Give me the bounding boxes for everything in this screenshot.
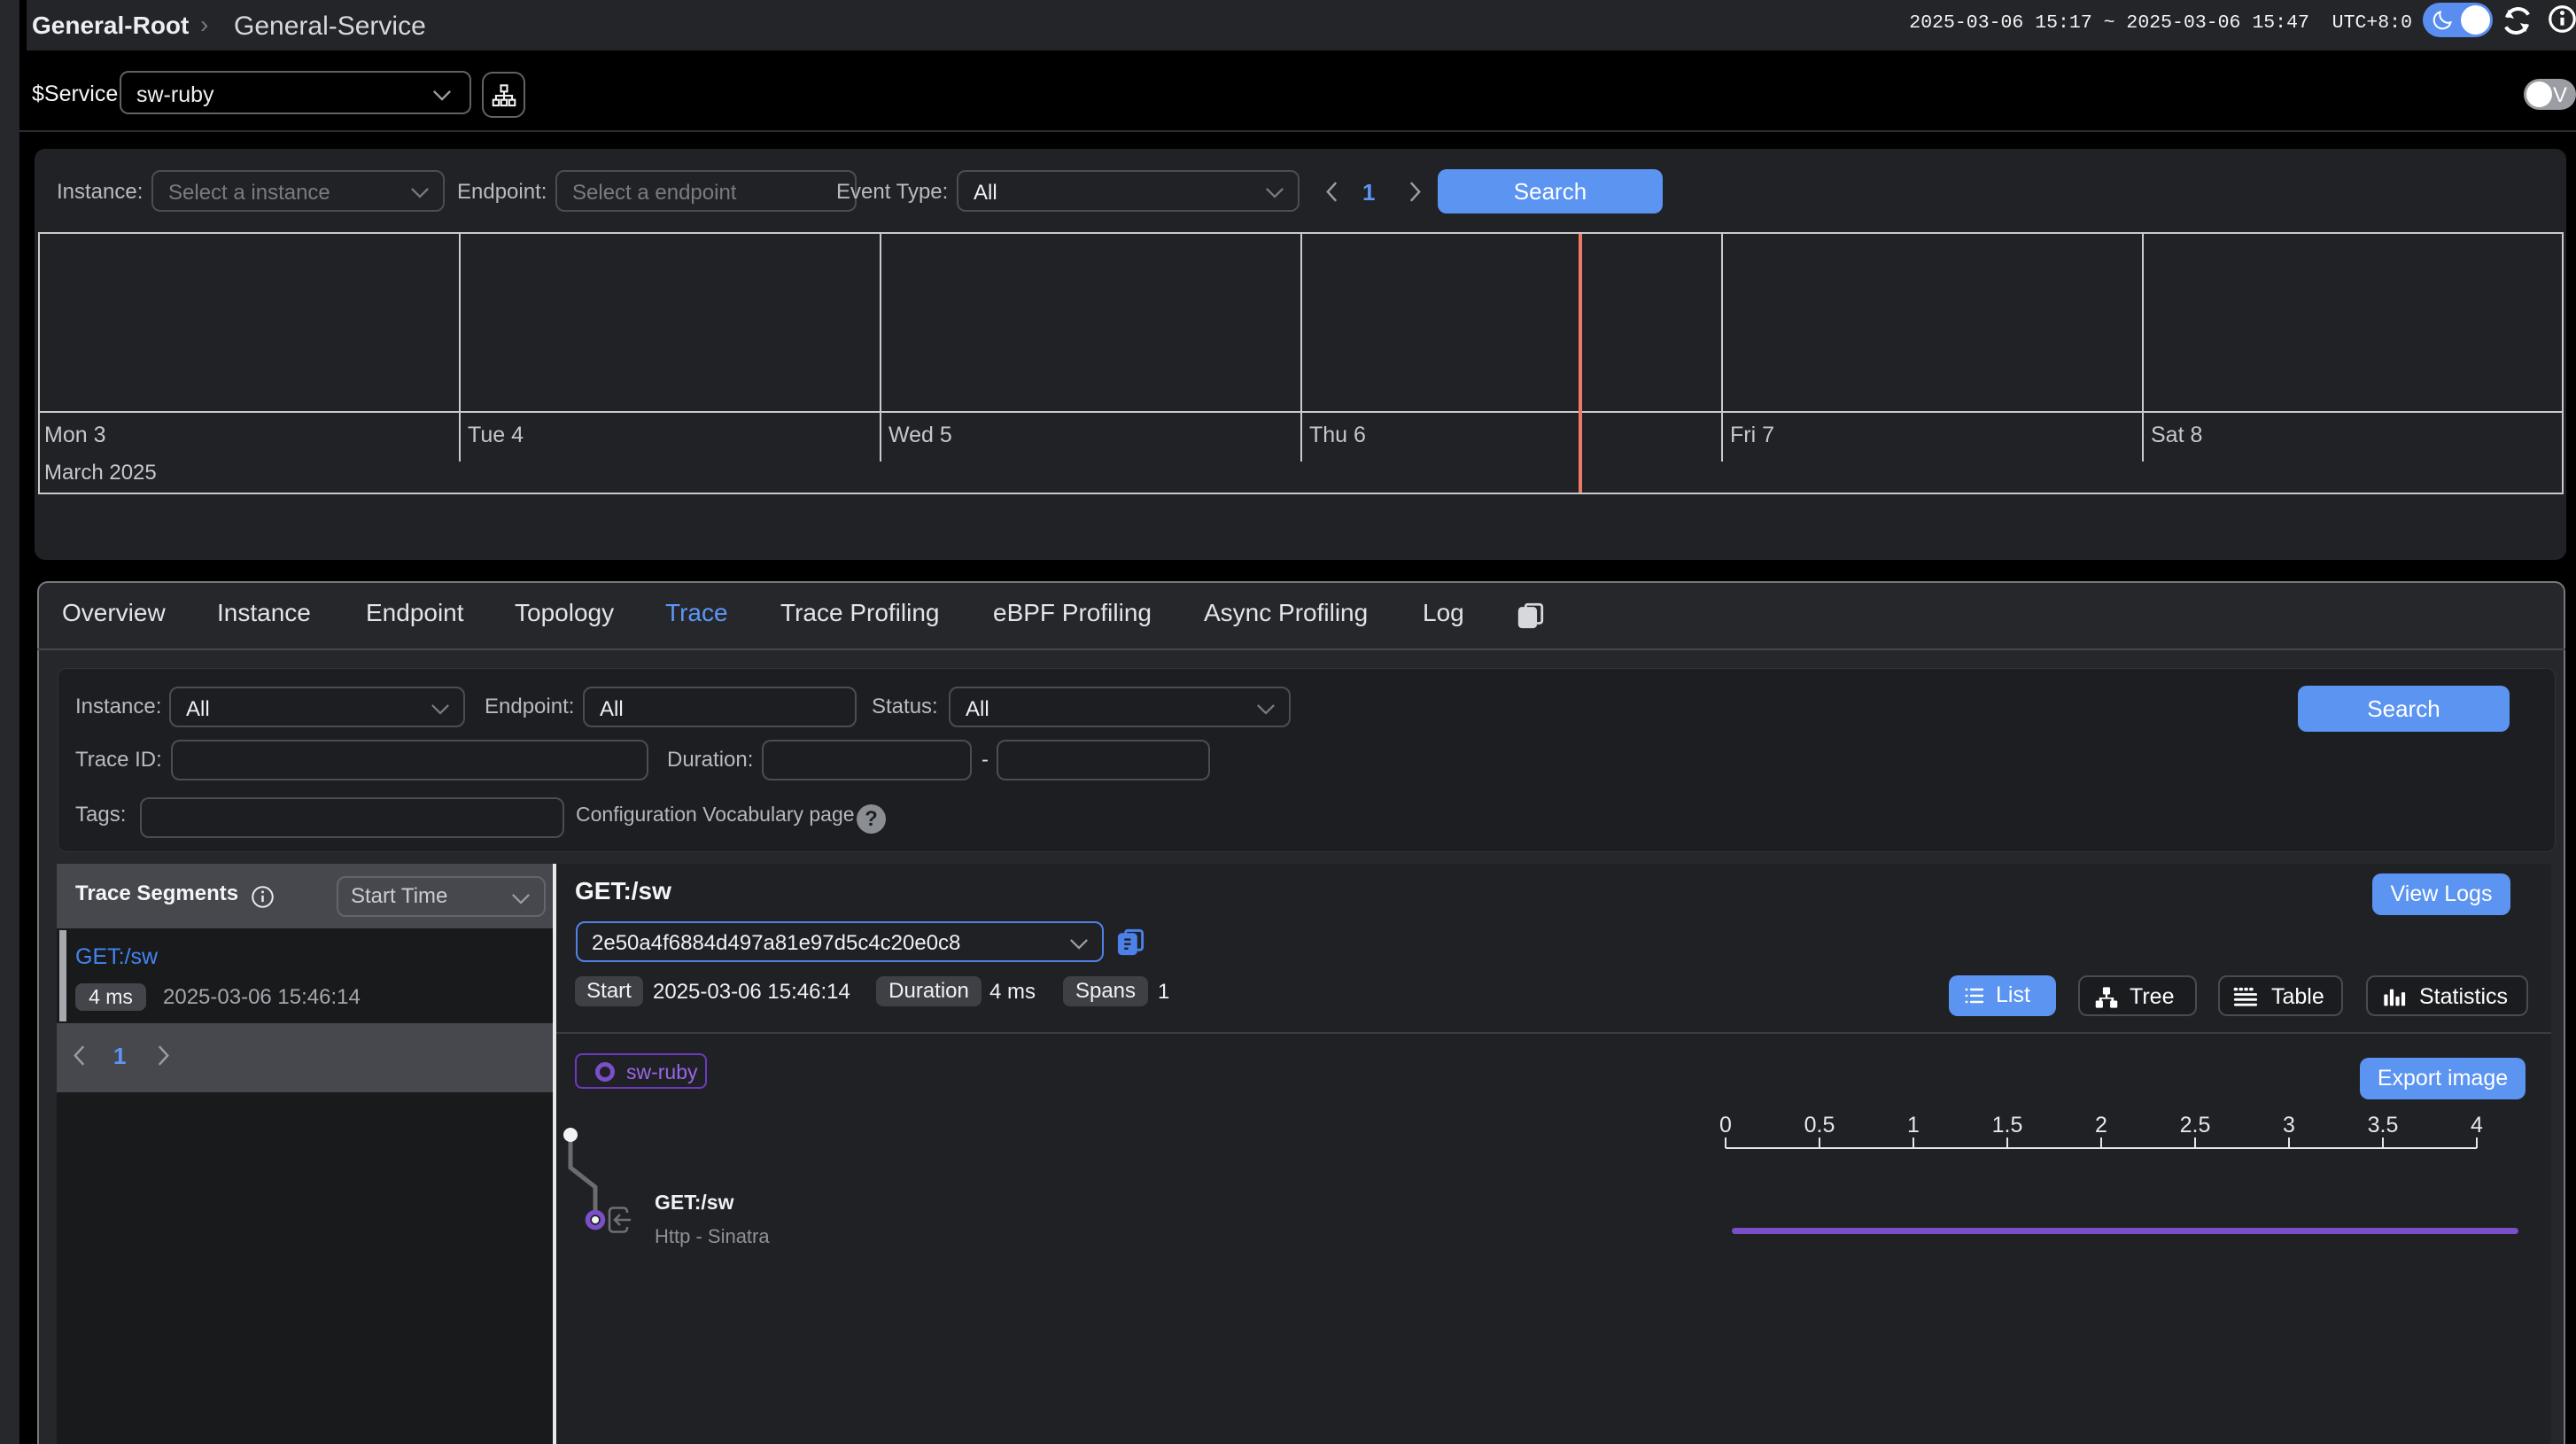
svg-text:1: 1	[1907, 1113, 1920, 1137]
svg-text:0.5: 0.5	[1804, 1113, 1835, 1137]
svg-text:2: 2	[2095, 1113, 2107, 1137]
svg-text:4: 4	[2471, 1113, 2483, 1137]
svg-text:3.5: 3.5	[2368, 1113, 2399, 1137]
svg-text:1.5: 1.5	[1992, 1113, 2023, 1137]
svg-text:2.5: 2.5	[2180, 1113, 2211, 1137]
svg-text:3: 3	[2283, 1113, 2295, 1137]
svg-text:0: 0	[1719, 1113, 1732, 1137]
